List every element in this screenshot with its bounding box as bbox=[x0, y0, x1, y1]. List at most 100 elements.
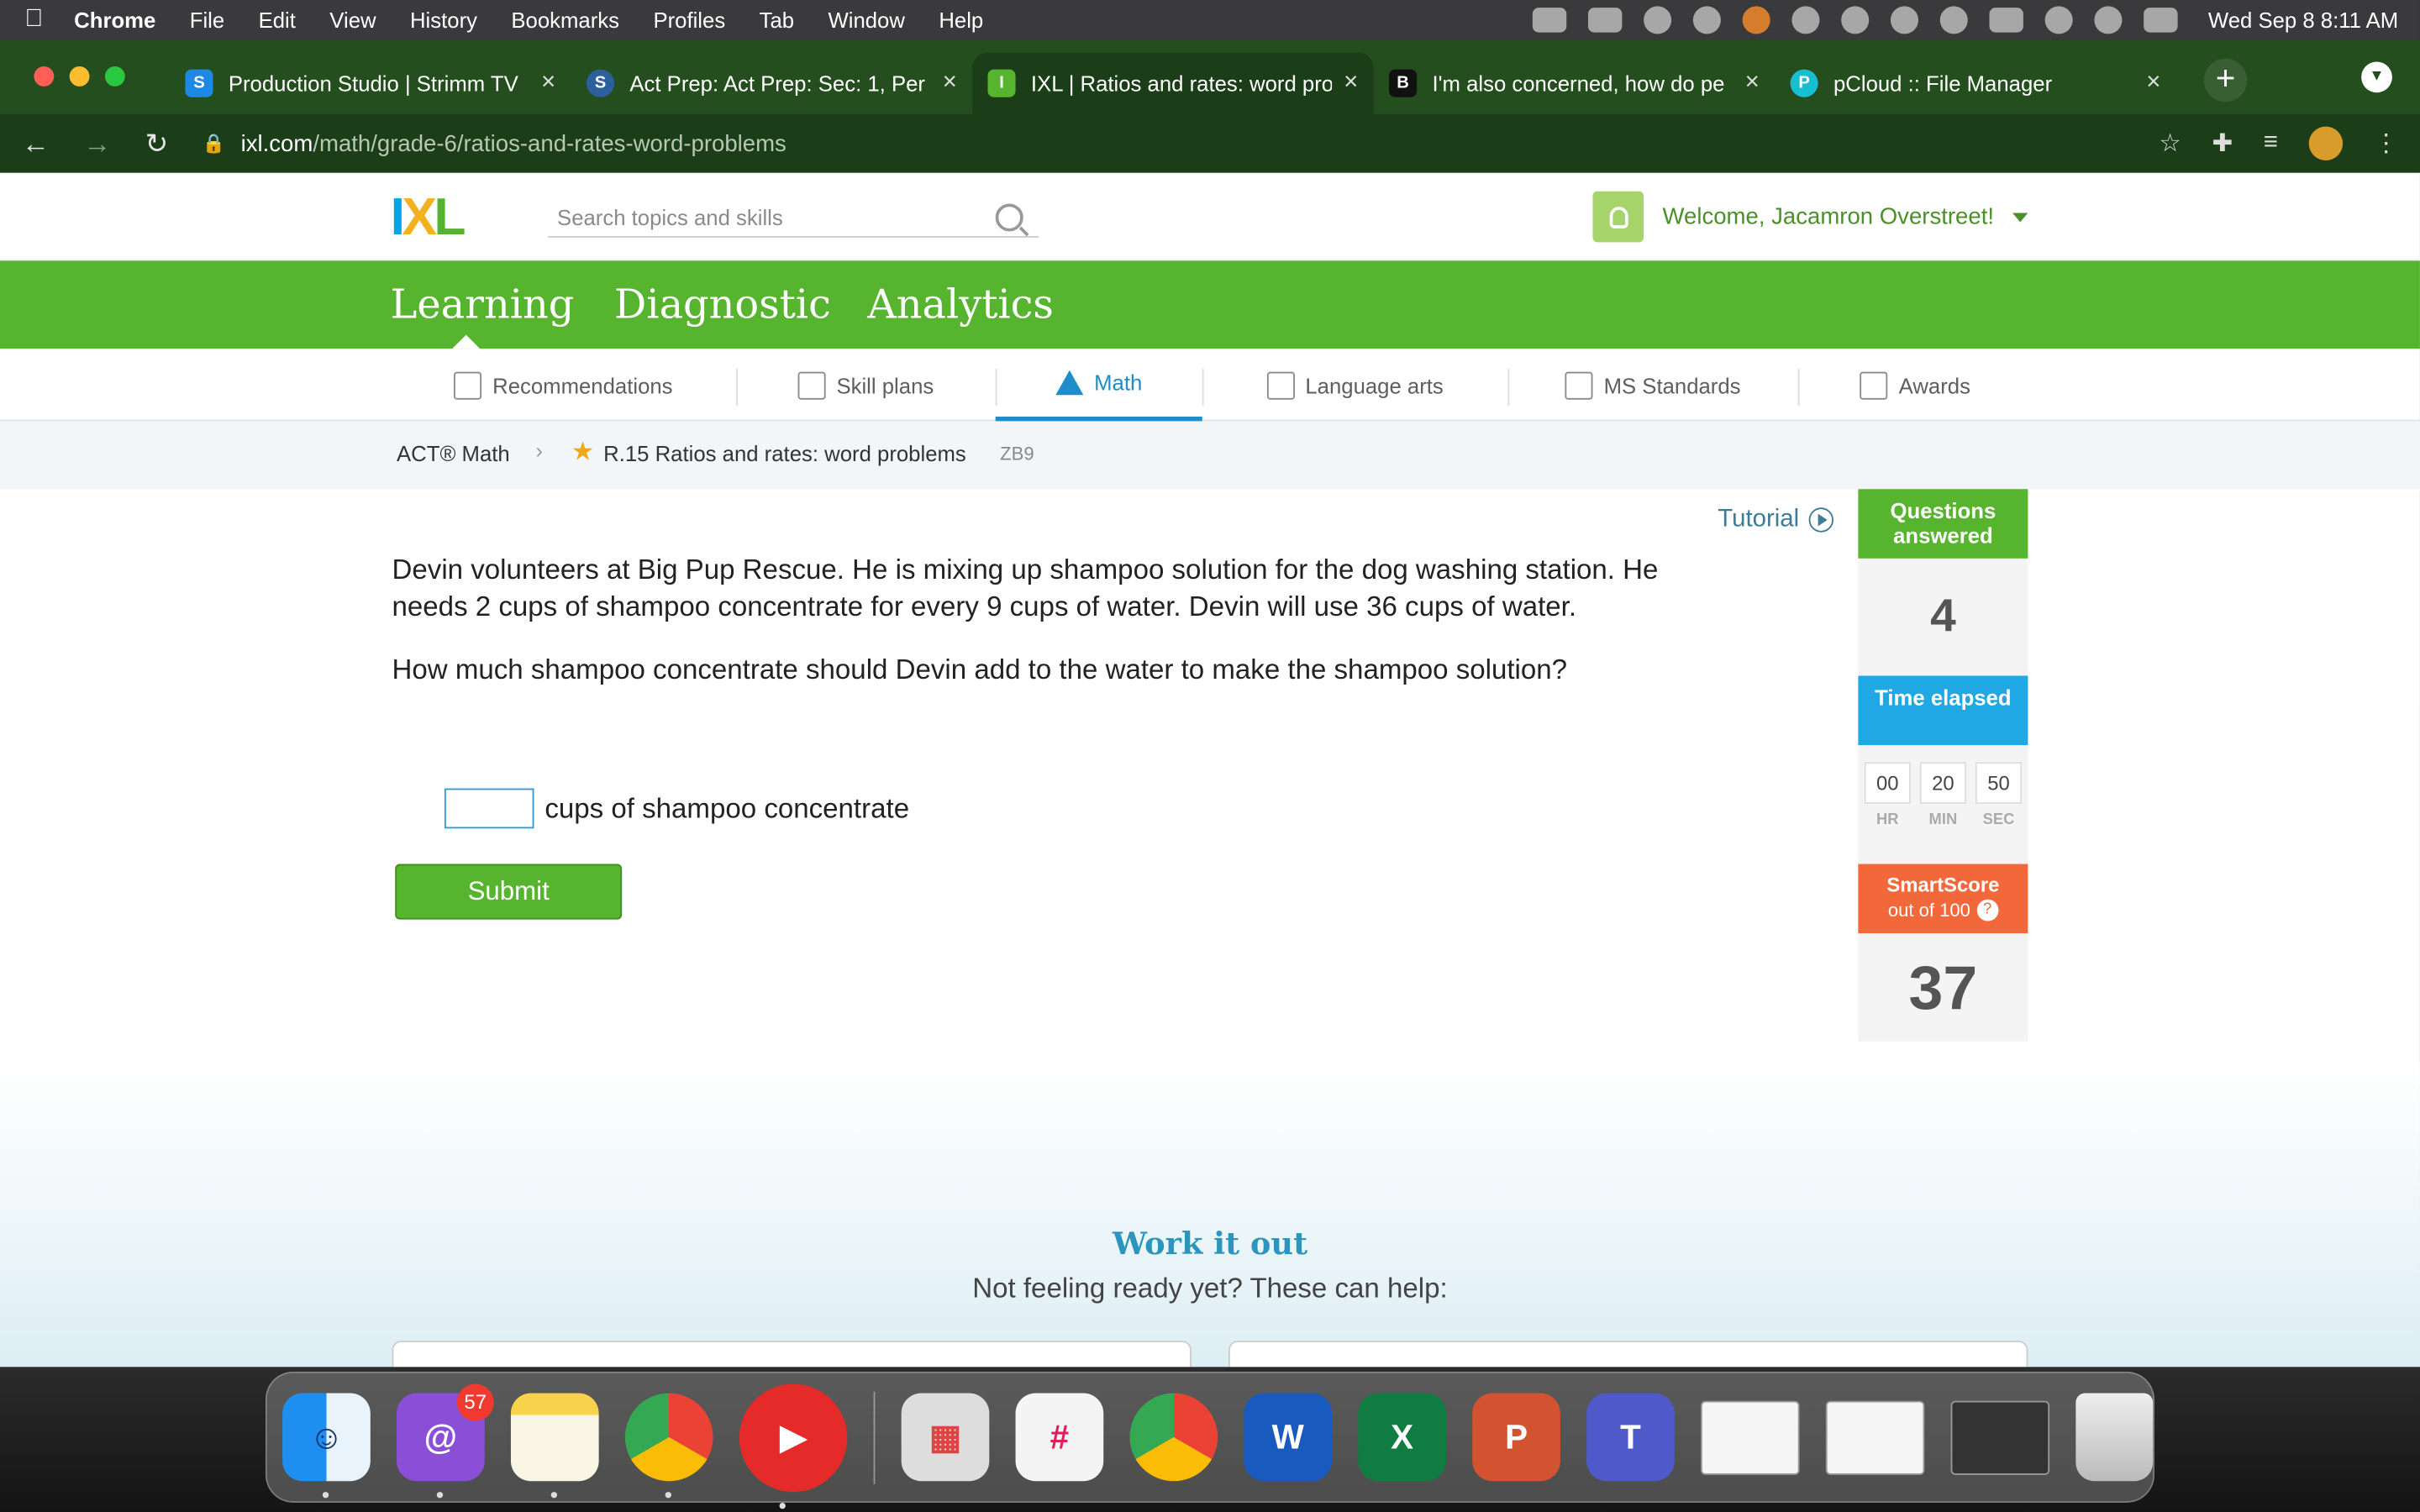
close-tab-icon[interactable]: × bbox=[541, 70, 555, 97]
chrome-menu-icon[interactable]: ⋮ bbox=[2374, 128, 2398, 159]
url-path: /math/grade-6/ratios-and-rates-word-prob… bbox=[313, 130, 786, 157]
spark-mail-icon[interactable]: @57 bbox=[397, 1383, 494, 1499]
caret-down-icon[interactable] bbox=[2012, 212, 2028, 222]
book-icon bbox=[1266, 370, 1295, 399]
extensions-puzzle-icon[interactable]: ✚ bbox=[2212, 128, 2233, 159]
cloud-icon[interactable] bbox=[1587, 8, 1622, 33]
browser-tab-ixl[interactable]: I IXL | Ratios and rates: word pro × bbox=[972, 52, 1374, 114]
ixl-logo[interactable]: IXL bbox=[391, 192, 466, 244]
subnav-skill-plans[interactable]: Skill plans bbox=[793, 349, 939, 421]
youtube-music-icon[interactable]: ▶ bbox=[739, 1383, 848, 1509]
close-tab-icon[interactable]: × bbox=[1745, 70, 1760, 97]
word-icon[interactable]: W bbox=[1244, 1393, 1333, 1482]
tab-diagnostic[interactable]: Diagnostic bbox=[614, 282, 831, 328]
window-thumbnail[interactable] bbox=[1950, 1399, 2050, 1474]
help-card[interactable] bbox=[392, 1341, 1192, 1368]
menu-file[interactable]: File bbox=[190, 8, 224, 32]
user-menu[interactable]: Welcome, Jacamron Overstreet! bbox=[1592, 191, 2028, 243]
reading-list-icon[interactable]: ≡ bbox=[2264, 129, 2278, 157]
tab-analytics[interactable]: Analytics bbox=[867, 282, 1054, 328]
macos-menubar:  Chrome File Edit View History Bookmark… bbox=[0, 0, 2420, 40]
menu-history[interactable]: History bbox=[410, 8, 477, 32]
bookmark-star-icon[interactable]: ☆ bbox=[2159, 128, 2181, 159]
reload-icon[interactable]: ↻ bbox=[145, 128, 169, 160]
close-tab-icon[interactable]: × bbox=[943, 70, 957, 97]
chrome-alt-icon[interactable] bbox=[1129, 1393, 1218, 1482]
timer-icon[interactable] bbox=[1890, 6, 1918, 34]
user-avatar-icon[interactable] bbox=[1592, 191, 1644, 243]
battery-icon[interactable] bbox=[1989, 8, 2023, 33]
skill-search[interactable]: Search topics and skills bbox=[548, 197, 1039, 238]
subnav-recommendations[interactable]: Recommendations bbox=[448, 349, 680, 421]
orange-app-icon[interactable] bbox=[1742, 6, 1770, 34]
menubar-clock[interactable]: Wed Sep 8 8:11 AM bbox=[2208, 8, 2398, 32]
tab-title: pCloud :: File Manager bbox=[1833, 71, 2053, 96]
control-center-icon[interactable] bbox=[2143, 8, 2178, 33]
tab-learning[interactable]: Learning bbox=[391, 282, 575, 328]
menu-edit[interactable]: Edit bbox=[259, 8, 296, 32]
help-icon[interactable]: ? bbox=[1976, 899, 1998, 921]
spotlight-search-icon[interactable] bbox=[2093, 6, 2123, 34]
menu-help[interactable]: Help bbox=[939, 8, 983, 32]
browser-toolbar: ← → ↻ 🔒 ixl.com/math/grade-6/ratios-and-… bbox=[0, 113, 2420, 173]
powerpoint-icon[interactable]: P bbox=[1472, 1393, 1560, 1482]
new-tab-button[interactable]: + bbox=[2203, 58, 2248, 102]
subnav-awards[interactable]: Awards bbox=[1857, 349, 1975, 421]
subnav-language-arts[interactable]: Language arts bbox=[1260, 349, 1451, 421]
answer-input[interactable] bbox=[444, 788, 534, 829]
chrome-icon[interactable] bbox=[624, 1393, 713, 1499]
launchpad-icon[interactable]: ▦ bbox=[901, 1393, 990, 1482]
wifi-icon[interactable] bbox=[2044, 6, 2073, 34]
slack-icon[interactable]: # bbox=[1015, 1393, 1104, 1482]
breadcrumb-parent[interactable]: ACT® Math bbox=[397, 441, 510, 465]
welcome-text[interactable]: Welcome, Jacamron Overstreet! bbox=[1662, 203, 1994, 229]
trash-icon[interactable] bbox=[2075, 1393, 2154, 1482]
trophy-icon[interactable] bbox=[1840, 6, 1869, 34]
headphones-icon[interactable] bbox=[1643, 6, 1671, 34]
search-icon[interactable] bbox=[995, 202, 1023, 231]
window-thumbnail[interactable] bbox=[1825, 1399, 1925, 1474]
divider bbox=[1507, 368, 1510, 407]
forward-arrow-icon[interactable]: → bbox=[83, 128, 111, 160]
close-tab-icon[interactable]: × bbox=[2146, 70, 2160, 97]
subnav-math[interactable]: Math bbox=[995, 349, 1202, 422]
play-circle-icon[interactable] bbox=[1939, 6, 1968, 34]
browser-tab-act-prep[interactable]: S Act Prep: Act Prep: Sec: 1, Per × bbox=[571, 52, 973, 113]
help-card[interactable] bbox=[1228, 1341, 2028, 1368]
lock-icon[interactable]: 🔒 bbox=[203, 133, 225, 155]
smartscore-header: SmartScore out of 100 ? bbox=[1858, 864, 2028, 934]
search-input[interactable]: Search topics and skills bbox=[548, 204, 996, 228]
zoom-window-button[interactable] bbox=[104, 66, 125, 87]
excel-icon[interactable]: X bbox=[1358, 1393, 1446, 1482]
menu-bookmarks[interactable]: Bookmarks bbox=[511, 8, 619, 32]
minimize-window-button[interactable] bbox=[69, 66, 90, 87]
close-tab-icon[interactable]: × bbox=[1344, 70, 1358, 97]
menu-tab[interactable]: Tab bbox=[760, 8, 794, 32]
finder-icon[interactable]: ☺ bbox=[282, 1393, 371, 1499]
back-arrow-icon[interactable]: ← bbox=[22, 128, 50, 160]
subnav-label: Math bbox=[1094, 370, 1143, 396]
cloud-sync-icon[interactable] bbox=[1532, 8, 1566, 33]
menu-window[interactable]: Window bbox=[828, 8, 904, 32]
notes-icon[interactable] bbox=[510, 1393, 599, 1499]
shield-icon[interactable] bbox=[1692, 6, 1721, 34]
tab-search-icon[interactable]: ▼ bbox=[2361, 61, 2392, 93]
menu-profiles[interactable]: Profiles bbox=[653, 8, 725, 32]
address-bar[interactable]: ixl.com/math/grade-6/ratios-and-rates-wo… bbox=[241, 130, 786, 156]
teams-icon[interactable]: T bbox=[1586, 1393, 1675, 1482]
gear-status-icon[interactable] bbox=[1791, 6, 1820, 34]
tutorial-link[interactable]: Tutorial bbox=[1718, 506, 1833, 533]
browser-tab-brainly[interactable]: B I'm also concerned, how do pe × bbox=[1374, 52, 1776, 113]
window-thumbnail[interactable] bbox=[1701, 1399, 1800, 1474]
apple-icon[interactable]:  bbox=[22, 6, 46, 34]
profile-avatar[interactable] bbox=[2308, 126, 2344, 161]
star-icon[interactable]: ★ bbox=[571, 437, 595, 468]
timer-minutes: 20 bbox=[1919, 762, 1966, 804]
browser-tab-pcloud[interactable]: P pCloud :: File Manager × bbox=[1775, 52, 2176, 113]
browser-tab-strimm[interactable]: S Production Studio | Strimm TV × bbox=[170, 52, 571, 113]
menu-app-name[interactable]: Chrome bbox=[74, 8, 155, 32]
menu-view[interactable]: View bbox=[329, 8, 376, 32]
close-window-button[interactable] bbox=[34, 66, 55, 87]
submit-button[interactable]: Submit bbox=[395, 864, 623, 920]
subnav-ms-standards[interactable]: MS Standards bbox=[1564, 349, 1743, 421]
